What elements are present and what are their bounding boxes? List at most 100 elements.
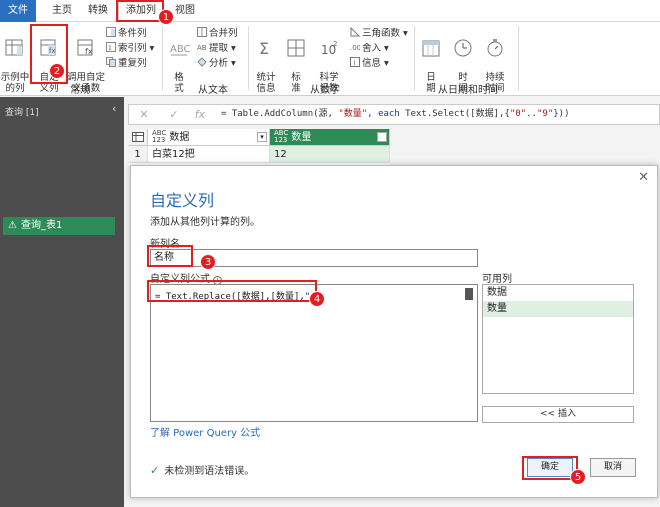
editor-scrollbar[interactable] bbox=[465, 288, 473, 300]
ribbon: 示例中 的列 fx 自定 义列 fx 调用自定 义函数 条件列 1 索引列 ▾ 重… bbox=[0, 22, 660, 96]
power-query-editor: 文件 主页 转换 添加列 视图 示例中 的列 fx 自定 义列 fx 调用自定 … bbox=[0, 0, 660, 507]
extract-label: 提取 bbox=[209, 43, 229, 54]
available-columns-list[interactable]: 数据 数量 bbox=[482, 284, 634, 394]
column-header-quantity[interactable]: ABC 123 数量 ▾ bbox=[270, 129, 390, 146]
table-icon bbox=[132, 132, 144, 142]
grid-corner[interactable] bbox=[128, 129, 148, 146]
tab-file[interactable]: 文件 bbox=[0, 0, 36, 22]
available-column-item[interactable]: 数据 bbox=[483, 285, 633, 301]
column-header-label: 数据 bbox=[169, 132, 190, 143]
row-number: 1 bbox=[128, 146, 148, 163]
chevron-down-icon: ▾ bbox=[381, 58, 389, 69]
extract-icon: ABC bbox=[197, 44, 207, 52]
extract-button[interactable]: ABC提取 ▾ bbox=[197, 42, 236, 56]
new-column-name-input[interactable]: 名称 bbox=[150, 249, 478, 267]
chevron-down-icon: ▾ bbox=[400, 28, 408, 39]
close-icon[interactable]: ✕ bbox=[638, 170, 649, 185]
parse-icon bbox=[197, 57, 207, 67]
duplicate-column-label: 重复列 bbox=[118, 58, 147, 69]
confirm-formula-icon[interactable]: ✓ bbox=[163, 105, 185, 124]
dialog-subtitle: 添加从其他列计算的列。 bbox=[150, 217, 260, 228]
formula-part: "9" bbox=[536, 109, 554, 119]
formula-part: "数量" bbox=[338, 109, 368, 119]
trigonometry-button[interactable]: 三角函数 ▾ bbox=[350, 27, 408, 41]
parse-button[interactable]: 分析 ▾ bbox=[197, 57, 236, 71]
queries-pane: 查询 [1] ‹ ⚠ 查询_表1 bbox=[0, 97, 124, 507]
statistics-button[interactable]: Σ 统计 信息 bbox=[252, 26, 280, 94]
svg-text:ABC: ABC bbox=[170, 44, 190, 55]
tab-home[interactable]: 主页 bbox=[44, 0, 80, 22]
information-button[interactable]: i 信息 ▾ bbox=[350, 57, 389, 71]
formula-part: })) bbox=[553, 109, 570, 119]
conditional-column-label: 条件列 bbox=[118, 28, 147, 39]
chevron-down-icon: ▾ bbox=[381, 43, 389, 54]
text-group-label: 从文本 bbox=[198, 85, 228, 96]
learn-power-query-link[interactable]: 了解 Power Query 公式 bbox=[150, 424, 260, 439]
svg-text:fx: fx bbox=[85, 47, 93, 56]
formula-part: , bbox=[367, 109, 379, 119]
stopwatch-icon bbox=[487, 39, 503, 57]
table-cell[interactable]: 12 bbox=[270, 146, 390, 163]
column-header-data[interactable]: ABC 123 数据 ▾ bbox=[148, 129, 270, 146]
format-text-icon: ABC bbox=[170, 44, 190, 56]
merge-columns-button[interactable]: 合并列 bbox=[197, 27, 238, 41]
formula-part: .. bbox=[526, 109, 537, 119]
calculator-icon bbox=[287, 39, 305, 57]
column-dropdown-icon[interactable]: ▾ bbox=[257, 132, 267, 142]
warning-icon: ⚠ bbox=[8, 220, 17, 231]
chevron-down-icon: ▾ bbox=[228, 58, 236, 69]
table-cell[interactable]: 白菜12把 bbox=[148, 146, 270, 163]
sigma-icon: Σ bbox=[259, 39, 269, 58]
query-name: 查询_表1 bbox=[20, 220, 63, 231]
group-separator bbox=[414, 26, 415, 90]
formula-part: "0" bbox=[509, 109, 527, 119]
chevron-down-icon: ▾ bbox=[228, 43, 236, 54]
svg-text:1: 1 bbox=[108, 45, 112, 52]
tab-transform[interactable]: 转换 bbox=[80, 0, 116, 22]
step-badge: 5 bbox=[570, 469, 586, 485]
parse-label: 分析 bbox=[209, 58, 229, 69]
rounding-button[interactable]: .00 舍入 ▾ bbox=[350, 42, 389, 56]
formula-text: = Table.AddColumn(源, "数量", each Text.Sel… bbox=[221, 105, 570, 124]
calendar-icon bbox=[422, 40, 440, 57]
trigonometry-label: 三角函数 bbox=[362, 28, 401, 39]
info-icon: i bbox=[350, 57, 360, 67]
information-label: 信息 bbox=[362, 58, 382, 69]
formula-part: Text.Select([数据],{ bbox=[399, 109, 510, 119]
fx-icon[interactable]: fx bbox=[189, 105, 211, 124]
conditional-column-button[interactable]: 条件列 bbox=[106, 27, 147, 41]
queries-pane-title: 查询 [1] bbox=[5, 108, 39, 118]
ribbon-tabs: 文件 主页 转换 添加列 视图 bbox=[0, 0, 660, 22]
invoke-function-icon: fx bbox=[77, 39, 93, 56]
formula-bar[interactable]: ✕ ✓ fx = Table.AddColumn(源, "数量", each T… bbox=[128, 104, 660, 125]
group-separator bbox=[518, 26, 519, 90]
svg-text:ABC: ABC bbox=[197, 44, 207, 52]
svg-text:.00: .00 bbox=[350, 44, 360, 52]
available-column-item[interactable]: 数量 bbox=[483, 301, 633, 317]
group-separator bbox=[162, 26, 163, 90]
insert-button[interactable]: << 插入 bbox=[482, 406, 634, 423]
statistics-label: 统计 信息 bbox=[256, 72, 276, 94]
column-header-label: 数量 bbox=[291, 132, 312, 143]
table-example-icon bbox=[5, 39, 23, 56]
svg-text:Σ: Σ bbox=[259, 39, 269, 58]
column-from-examples-button[interactable]: 示例中 的列 bbox=[0, 26, 30, 94]
cancel-formula-icon[interactable]: ✕ bbox=[133, 105, 155, 124]
power-icon: 102 bbox=[321, 40, 337, 57]
step-badge: 2 bbox=[49, 63, 65, 79]
column-dropdown-icon[interactable]: ▾ bbox=[377, 132, 387, 142]
query-item[interactable]: ⚠ 查询_表1 bbox=[3, 217, 115, 235]
collapse-pane-icon[interactable]: ‹ bbox=[112, 102, 116, 115]
triangle-icon bbox=[350, 27, 360, 37]
index-column-button[interactable]: 1 索引列 ▾ bbox=[106, 42, 154, 56]
merge-columns-icon bbox=[197, 27, 207, 37]
merge-columns-label: 合并列 bbox=[209, 28, 238, 39]
duplicate-column-icon bbox=[106, 57, 116, 67]
formula-part: = Table.AddColumn(源, bbox=[221, 109, 339, 119]
cancel-button[interactable]: 取消 bbox=[590, 458, 636, 477]
step-badge: 1 bbox=[158, 9, 174, 25]
available-columns-label: 可用列 bbox=[482, 274, 512, 285]
formula-keyword: each bbox=[378, 109, 400, 119]
annotation-box bbox=[147, 280, 317, 302]
duplicate-column-button[interactable]: 重复列 bbox=[106, 57, 147, 71]
